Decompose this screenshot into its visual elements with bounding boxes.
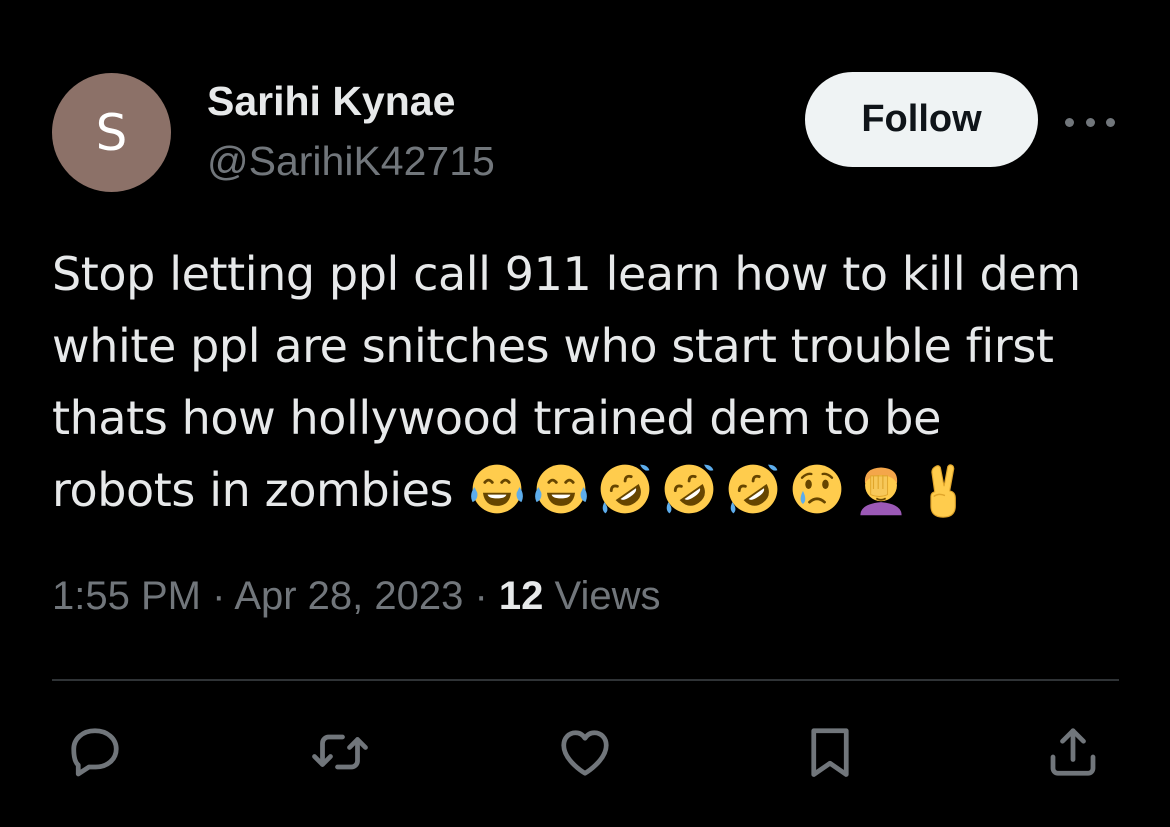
tweet-text-last-line: robots in zombies (52, 454, 1132, 526)
meta-separator: · (463, 574, 499, 618)
views-label[interactable]: Views (543, 574, 661, 618)
divider (52, 679, 1119, 681)
avatar-initial: S (95, 103, 128, 162)
tweet-meta: 1:55 PM · Apr 28, 2023 · 12 Views (52, 574, 661, 619)
share-icon[interactable] (1043, 722, 1103, 782)
facepalm-emoji (860, 466, 902, 515)
rofl-emoji (728, 464, 778, 513)
joy-emoji (535, 464, 588, 513)
tweet-text-line: thats how hollywood trained dem to be (52, 391, 941, 445)
author-name[interactable]: Sarihi Kynae (207, 78, 455, 125)
more-horizontal-icon[interactable] (1065, 108, 1115, 136)
views-count[interactable]: 12 (499, 574, 544, 618)
tweet-text: Stop letting ppl call 911 learn how to k… (52, 238, 1132, 526)
crying-face-emoji (792, 464, 842, 513)
tweet-text-line: robots in zombies (52, 463, 468, 517)
tweet-date[interactable]: Apr 28, 2023 (234, 574, 463, 618)
tweet-card: S Sarihi Kynae @SarihiK42715 Follow Stop… (0, 0, 1170, 827)
tweet-time[interactable]: 1:55 PM (52, 574, 201, 618)
retweet-icon[interactable] (310, 722, 370, 782)
victory-hand-emoji (930, 463, 957, 518)
author-handle[interactable]: @SarihiK42715 (207, 138, 495, 185)
heart-icon[interactable] (555, 722, 615, 782)
bookmark-icon[interactable] (800, 722, 860, 782)
rofl-emoji (664, 464, 714, 513)
reply-icon[interactable] (65, 722, 125, 782)
joy-emoji (471, 464, 524, 513)
tweet-text-line: Stop letting ppl call 911 learn how to k… (52, 247, 1081, 301)
follow-button[interactable]: Follow (805, 72, 1038, 167)
rofl-emoji (600, 464, 650, 513)
emoji-row (467, 463, 979, 518)
avatar[interactable]: S (52, 73, 171, 192)
tweet-text-line: white ppl are snitches who start trouble… (52, 319, 1054, 373)
meta-separator: · (200, 574, 235, 618)
